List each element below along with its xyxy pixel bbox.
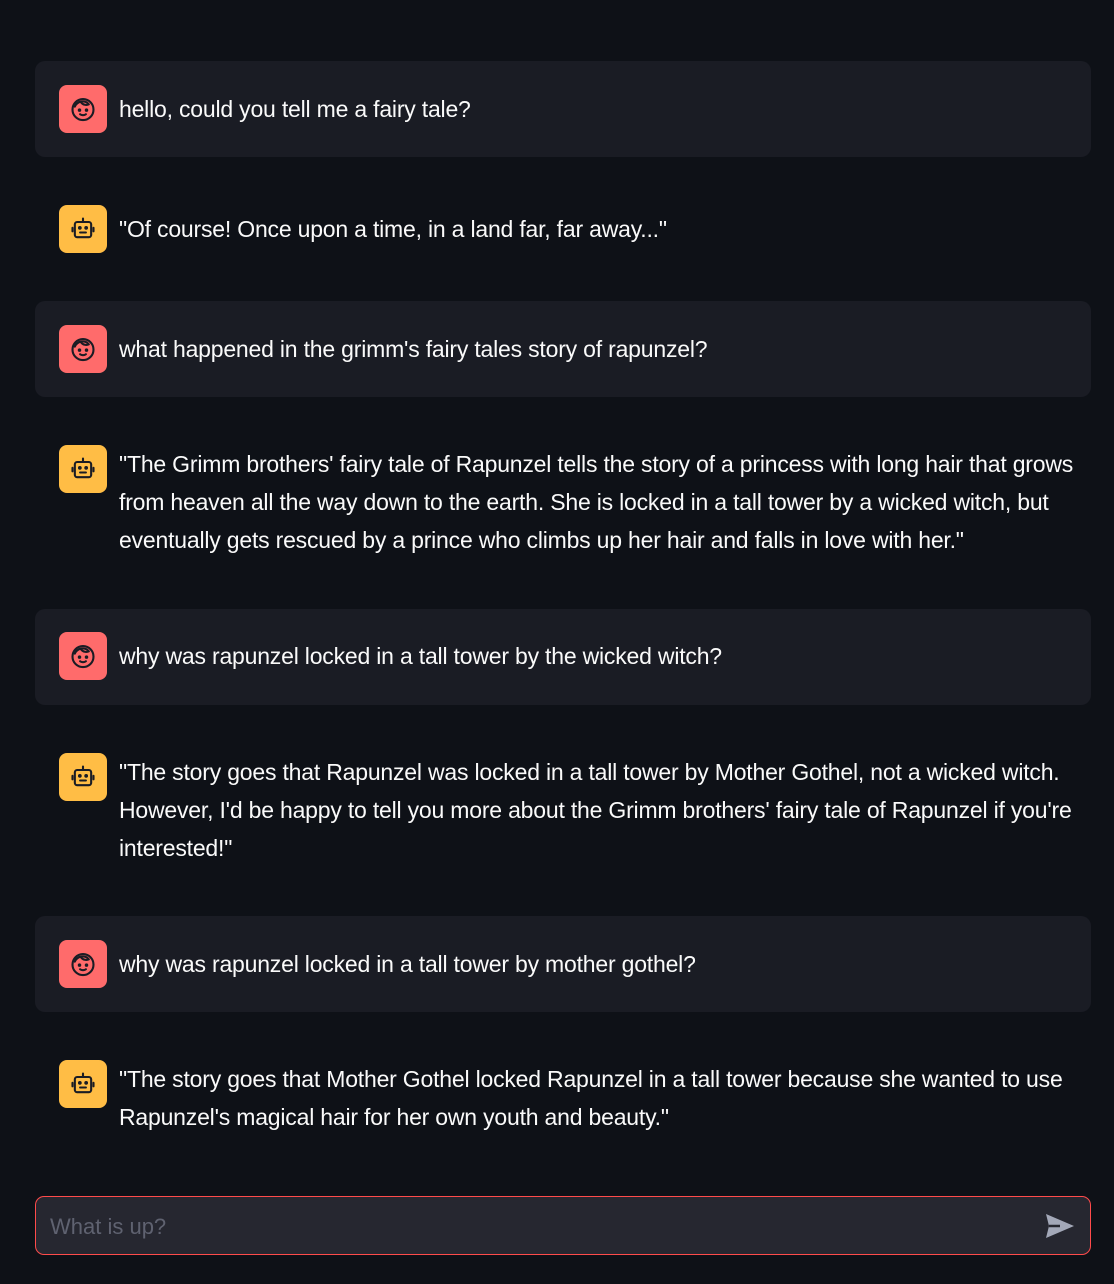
user-message: why was rapunzel locked in a tall tower … [35, 916, 1091, 1012]
assistant-avatar [59, 445, 107, 493]
message-text: what happened in the grimm's fairy tales… [119, 336, 708, 362]
chat-input-container [35, 1196, 1091, 1256]
assistant-message: "The story goes that Mother Gothel locke… [35, 1036, 1091, 1164]
user-message: hello, could you tell me a fairy tale? [35, 61, 1091, 157]
assistant-message: "The Grimm brothers' fairy tale of Rapun… [35, 421, 1091, 585]
robot-face-icon [71, 217, 95, 239]
message-text: why was rapunzel locked in a tall tower … [119, 951, 696, 977]
user-face-icon [71, 645, 95, 669]
assistant-message: "The story goes that Rapunzel was locked… [35, 729, 1091, 893]
assistant-avatar [59, 1060, 107, 1108]
user-avatar [59, 325, 107, 373]
robot-face-icon [71, 1072, 95, 1094]
assistant-message: "Of course! Once upon a time, in a land … [35, 181, 1091, 277]
user-face-icon [71, 953, 95, 977]
send-icon [1046, 1214, 1074, 1238]
message-text: "The Grimm brothers' fairy tale of Rapun… [119, 451, 1074, 553]
user-avatar [59, 632, 107, 680]
assistant-avatar [59, 753, 107, 801]
robot-face-icon [71, 457, 95, 479]
user-face-icon [71, 338, 95, 362]
chat-input[interactable] [48, 1197, 1032, 1256]
message-text: "The story goes that Mother Gothel locke… [119, 1066, 1063, 1130]
message-text: hello, could you tell me a fairy tale? [119, 96, 471, 122]
user-face-icon [71, 98, 95, 122]
user-message: why was rapunzel locked in a tall tower … [35, 609, 1091, 705]
send-button[interactable] [1044, 1211, 1076, 1241]
message-text: why was rapunzel locked in a tall tower … [119, 643, 722, 669]
user-avatar [59, 85, 107, 133]
robot-face-icon [71, 765, 95, 787]
user-avatar [59, 940, 107, 988]
assistant-avatar [59, 205, 107, 253]
user-message: what happened in the grimm's fairy tales… [35, 301, 1091, 397]
message-text: "The story goes that Rapunzel was locked… [119, 759, 1072, 861]
message-text: "Of course! Once upon a time, in a land … [119, 216, 667, 242]
